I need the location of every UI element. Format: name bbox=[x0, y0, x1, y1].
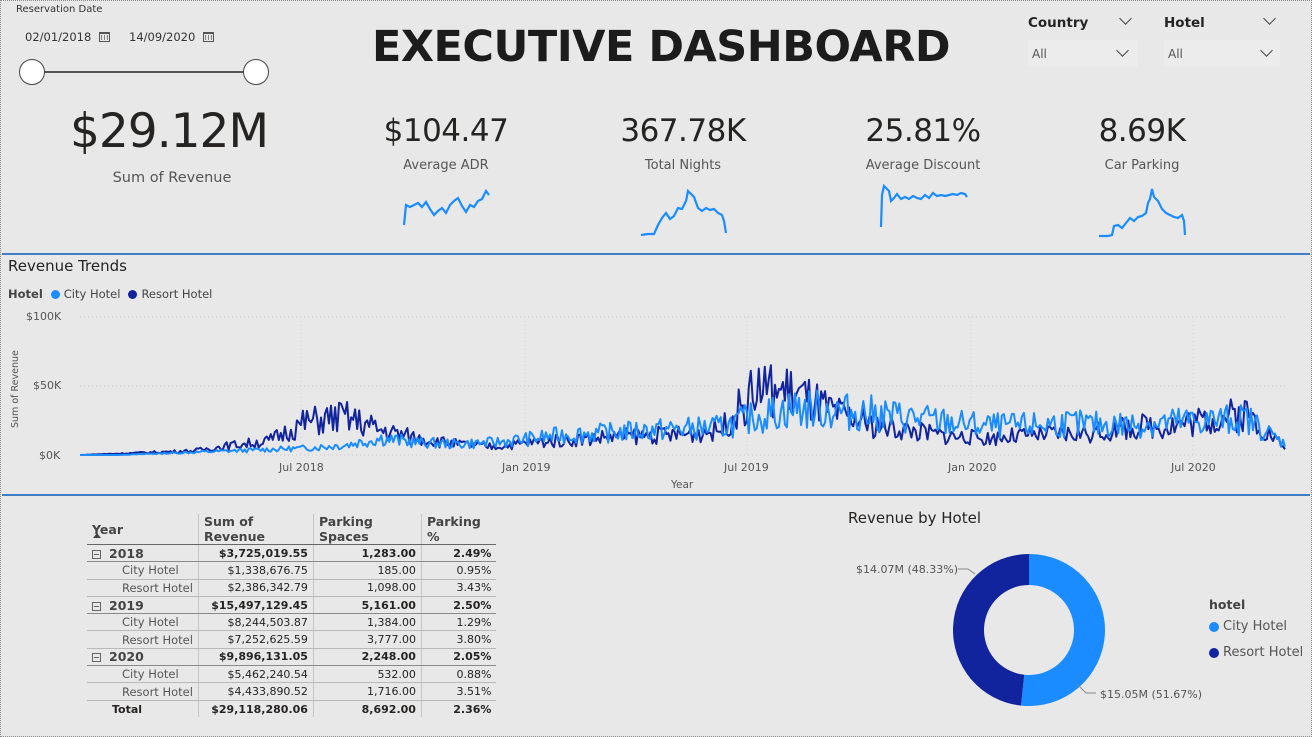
cell-parking: 1,283.00 bbox=[313, 544, 422, 563]
cell-parking-pct: 3.43% bbox=[421, 579, 497, 597]
revenue-by-hotel-title: Revenue by Hotel bbox=[848, 509, 981, 527]
city-hotel-legend-label: City Hotel bbox=[1223, 619, 1288, 634]
cell-revenue: $29,118,280.06 bbox=[198, 699, 314, 718]
cell-parking-pct: 0.95% bbox=[421, 561, 497, 580]
collapse-icon[interactable] bbox=[92, 549, 101, 559]
row-label[interactable]: 2020 bbox=[87, 648, 199, 667]
row-label: Resort Hotel bbox=[87, 630, 199, 649]
city-label-leader bbox=[1077, 684, 1096, 694]
row-label[interactable]: 2019 bbox=[87, 596, 199, 615]
cell-parking: 2,248.00 bbox=[313, 648, 422, 667]
resort-hotel-data-label: $14.07M (48.33%) bbox=[856, 563, 959, 576]
cell-revenue: $5,462,240.54 bbox=[198, 665, 314, 684]
matrix-header-row: Year Sum of Revenue Parking Spaces Parki… bbox=[87, 514, 497, 545]
matrix-row-hotel: City Hotel $1,338,676.75 185.00 0.95% bbox=[87, 561, 497, 580]
col-header-revenue[interactable]: Sum of Revenue bbox=[198, 514, 314, 545]
donut-legend-resort[interactable]: Resort Hotel bbox=[1209, 645, 1303, 660]
cell-revenue: $3,725,019.55 bbox=[198, 544, 314, 563]
matrix-row-year: 2018 $3,725,019.55 1,283.00 2.49% bbox=[87, 544, 497, 563]
resort-hotel-series-line[interactable] bbox=[79, 364, 1286, 456]
col-header-parking[interactable]: Parking Spaces bbox=[313, 514, 422, 545]
cell-parking: 3,777.00 bbox=[313, 630, 422, 649]
cell-revenue: $8,244,503.87 bbox=[198, 613, 314, 632]
cell-parking: 8,692.00 bbox=[313, 699, 422, 718]
resort-label-leader bbox=[958, 568, 976, 575]
cell-revenue: $15,497,129.45 bbox=[198, 596, 314, 615]
matrix-row-hotel: Resort Hotel $2,386,342.79 1,098.00 3.43… bbox=[87, 579, 497, 597]
cell-parking-pct: 1.29% bbox=[421, 613, 497, 632]
cell-revenue: $4,433,890.52 bbox=[198, 682, 314, 701]
cell-parking-pct: 0.88% bbox=[421, 665, 497, 684]
row-label: City Hotel bbox=[87, 561, 199, 580]
cell-revenue: $1,338,676.75 bbox=[198, 561, 314, 580]
row-label-text: 2020 bbox=[109, 649, 144, 665]
matrix-row-hotel: Resort Hotel $7,252,625.59 3,777.00 3.80… bbox=[87, 630, 497, 649]
row-label: City Hotel bbox=[87, 613, 199, 632]
cell-parking-pct: 2.50% bbox=[421, 596, 497, 615]
row-label: Resort Hotel bbox=[87, 579, 199, 597]
matrix-row-hotel: Resort Hotel $4,433,890.52 1,716.00 3.51… bbox=[87, 682, 497, 701]
sort-ascending-icon[interactable] bbox=[93, 533, 101, 538]
donut-legend-title: hotel bbox=[1209, 597, 1246, 612]
donut-legend-city[interactable]: City Hotel bbox=[1209, 619, 1287, 634]
row-label-text: 2018 bbox=[109, 545, 144, 561]
section-divider bbox=[2, 494, 1310, 496]
col-header-year[interactable]: Year bbox=[87, 514, 199, 545]
cell-revenue: $2,386,342.79 bbox=[198, 579, 314, 597]
cell-parking-pct: 2.36% bbox=[421, 699, 497, 718]
row-label: Total bbox=[87, 699, 199, 718]
city-hotel-legend-dot bbox=[1209, 621, 1219, 632]
cell-parking: 1,716.00 bbox=[313, 682, 422, 701]
collapse-icon[interactable] bbox=[92, 601, 101, 611]
cell-parking: 1,098.00 bbox=[313, 579, 422, 597]
matrix-row-hotel: City Hotel $5,462,240.54 532.00 0.88% bbox=[87, 665, 497, 684]
collapse-icon[interactable] bbox=[92, 653, 101, 663]
cell-parking: 5,161.00 bbox=[313, 596, 422, 615]
cell-parking: 185.00 bbox=[313, 561, 422, 580]
cell-parking-pct: 3.51% bbox=[421, 682, 497, 701]
matrix-row-year: 2019 $15,497,129.45 5,161.00 2.50% bbox=[87, 596, 497, 615]
matrix-row-year: 2020 $9,896,131.05 2,248.00 2.05% bbox=[87, 648, 497, 667]
row-label: Resort Hotel bbox=[87, 682, 199, 701]
city-hotel-data-label: $15.05M (51.67%) bbox=[1100, 688, 1203, 701]
cell-parking-pct: 3.80% bbox=[421, 630, 497, 649]
revenue-matrix-table: Year Sum of Revenue Parking Spaces Parki… bbox=[87, 514, 497, 718]
resort-hotel-legend-label: Resort Hotel bbox=[1223, 645, 1304, 660]
cell-parking-pct: 2.05% bbox=[421, 648, 497, 667]
cell-parking: 1,384.00 bbox=[313, 613, 422, 632]
col-header-parking-pct[interactable]: Parking % bbox=[421, 514, 497, 545]
cell-revenue: $7,252,625.59 bbox=[198, 630, 314, 649]
resort-hotel-legend-dot bbox=[1209, 647, 1219, 658]
city-hotel-slice[interactable] bbox=[1020, 554, 1106, 706]
row-label: City Hotel bbox=[87, 665, 199, 684]
resort-hotel-slice[interactable] bbox=[953, 554, 1029, 706]
matrix-total-row: Total $29,118,280.06 8,692.00 2.36% bbox=[87, 699, 497, 718]
row-label-text: 2019 bbox=[109, 597, 144, 613]
row-label[interactable]: 2018 bbox=[87, 544, 199, 563]
matrix-row-hotel: City Hotel $8,244,503.87 1,384.00 1.29% bbox=[87, 613, 497, 632]
cell-parking-pct: 2.49% bbox=[421, 544, 497, 563]
trend-series-group bbox=[79, 364, 1286, 456]
cell-parking: 532.00 bbox=[313, 665, 422, 684]
cell-revenue: $9,896,131.05 bbox=[198, 648, 314, 667]
